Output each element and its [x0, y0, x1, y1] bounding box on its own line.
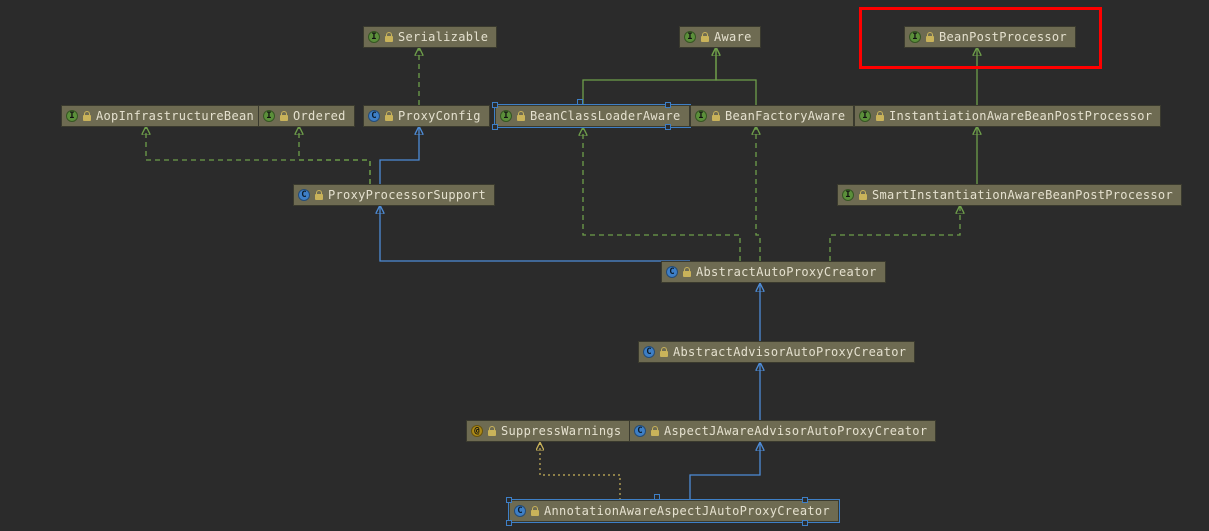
lock-icon — [279, 111, 289, 121]
node-proxyprocessorsupport[interactable]: C ProxyProcessorSupport — [293, 184, 495, 206]
node-label: Serializable — [398, 30, 488, 44]
resize-handle[interactable] — [506, 520, 512, 526]
lock-icon — [858, 190, 868, 200]
resize-handle[interactable] — [665, 124, 671, 130]
node-label: AopInfrastructureBean — [96, 109, 254, 123]
interface-icon: I — [859, 110, 871, 122]
lock-icon — [487, 426, 497, 436]
interface-icon: I — [842, 189, 854, 201]
resize-handle[interactable] — [654, 494, 660, 500]
node-aopinfrastructurebean[interactable]: I AopInfrastructureBean — [61, 105, 263, 127]
interface-icon: I — [263, 110, 275, 122]
lock-icon — [650, 426, 660, 436]
node-label: Ordered — [293, 109, 346, 123]
annotation-icon: @ — [471, 425, 483, 437]
node-aware[interactable]: I Aware — [679, 26, 761, 48]
lock-icon — [682, 267, 692, 277]
interface-icon: I — [66, 110, 78, 122]
node-label: AbstractAdvisorAutoProxyCreator — [673, 345, 906, 359]
node-label: SmartInstantiationAwareBeanPostProcessor — [872, 188, 1173, 202]
class-icon: C — [666, 266, 678, 278]
lock-icon — [530, 506, 540, 516]
node-label: AnnotationAwareAspectJAutoProxyCreator — [544, 504, 830, 518]
node-label: ProxyProcessorSupport — [328, 188, 486, 202]
node-aspectjawareadvisorautoproxycreator[interactable]: C AspectJAwareAdvisorAutoProxyCreator — [629, 420, 936, 442]
lock-icon — [82, 111, 92, 121]
node-label: BeanClassLoaderAware — [530, 109, 681, 123]
lock-icon — [516, 111, 526, 121]
interface-icon: I — [368, 31, 380, 43]
resize-handle[interactable] — [506, 497, 512, 503]
node-proxyconfig[interactable]: C ProxyConfig — [363, 105, 490, 127]
interface-icon: I — [695, 110, 707, 122]
node-label: AbstractAutoProxyCreator — [696, 265, 877, 279]
diagram-canvas[interactable]: I Serializable I Aware I BeanPostProcess… — [0, 0, 1209, 531]
node-serializable[interactable]: I Serializable — [363, 26, 497, 48]
node-beanclassloaderaware[interactable]: I BeanClassLoaderAware — [495, 105, 690, 127]
node-annotationawareaspectjautoproxycreator[interactable]: C AnnotationAwareAspectJAutoProxyCreator — [509, 500, 839, 522]
lock-icon — [711, 111, 721, 121]
node-label: ProxyConfig — [398, 109, 481, 123]
lock-icon — [384, 32, 394, 42]
class-icon: C — [298, 189, 310, 201]
resize-handle[interactable] — [802, 497, 808, 503]
resize-handle[interactable] — [802, 520, 808, 526]
class-icon: C — [514, 505, 526, 517]
edges-layer — [0, 0, 1209, 531]
node-label: BeanFactoryAware — [725, 109, 845, 123]
node-label: BeanPostProcessor — [939, 30, 1067, 44]
node-suppresswarnings[interactable]: @ SuppressWarnings — [466, 420, 630, 442]
node-abstractadvisorautoproxycreator[interactable]: C AbstractAdvisorAutoProxyCreator — [638, 341, 915, 363]
node-label: Aware — [714, 30, 752, 44]
node-label: AspectJAwareAdvisorAutoProxyCreator — [664, 424, 927, 438]
lock-icon — [384, 111, 394, 121]
resize-handle[interactable] — [665, 102, 671, 108]
resize-handle[interactable] — [492, 102, 498, 108]
node-instantiationawarebpp[interactable]: I InstantiationAwareBeanPostProcessor — [854, 105, 1161, 127]
interface-icon: I — [684, 31, 696, 43]
resize-handle[interactable] — [492, 124, 498, 130]
lock-icon — [314, 190, 324, 200]
interface-icon: I — [909, 31, 921, 43]
node-ordered[interactable]: I Ordered — [258, 105, 355, 127]
node-smartinstantiationawarebpp[interactable]: I SmartInstantiationAwareBeanPostProcess… — [837, 184, 1182, 206]
lock-icon — [875, 111, 885, 121]
class-icon: C — [368, 110, 380, 122]
node-abstractautoproxycreator[interactable]: C AbstractAutoProxyCreator — [661, 261, 886, 283]
node-beanfactoryaware[interactable]: I BeanFactoryAware — [690, 105, 854, 127]
lock-icon — [925, 32, 935, 42]
node-label: InstantiationAwareBeanPostProcessor — [889, 109, 1152, 123]
node-beanpostprocessor[interactable]: I BeanPostProcessor — [904, 26, 1076, 48]
lock-icon — [700, 32, 710, 42]
resize-handle[interactable] — [577, 99, 583, 105]
class-icon: C — [634, 425, 646, 437]
interface-icon: I — [500, 110, 512, 122]
node-label: SuppressWarnings — [501, 424, 621, 438]
class-icon: C — [643, 346, 655, 358]
lock-icon — [659, 347, 669, 357]
